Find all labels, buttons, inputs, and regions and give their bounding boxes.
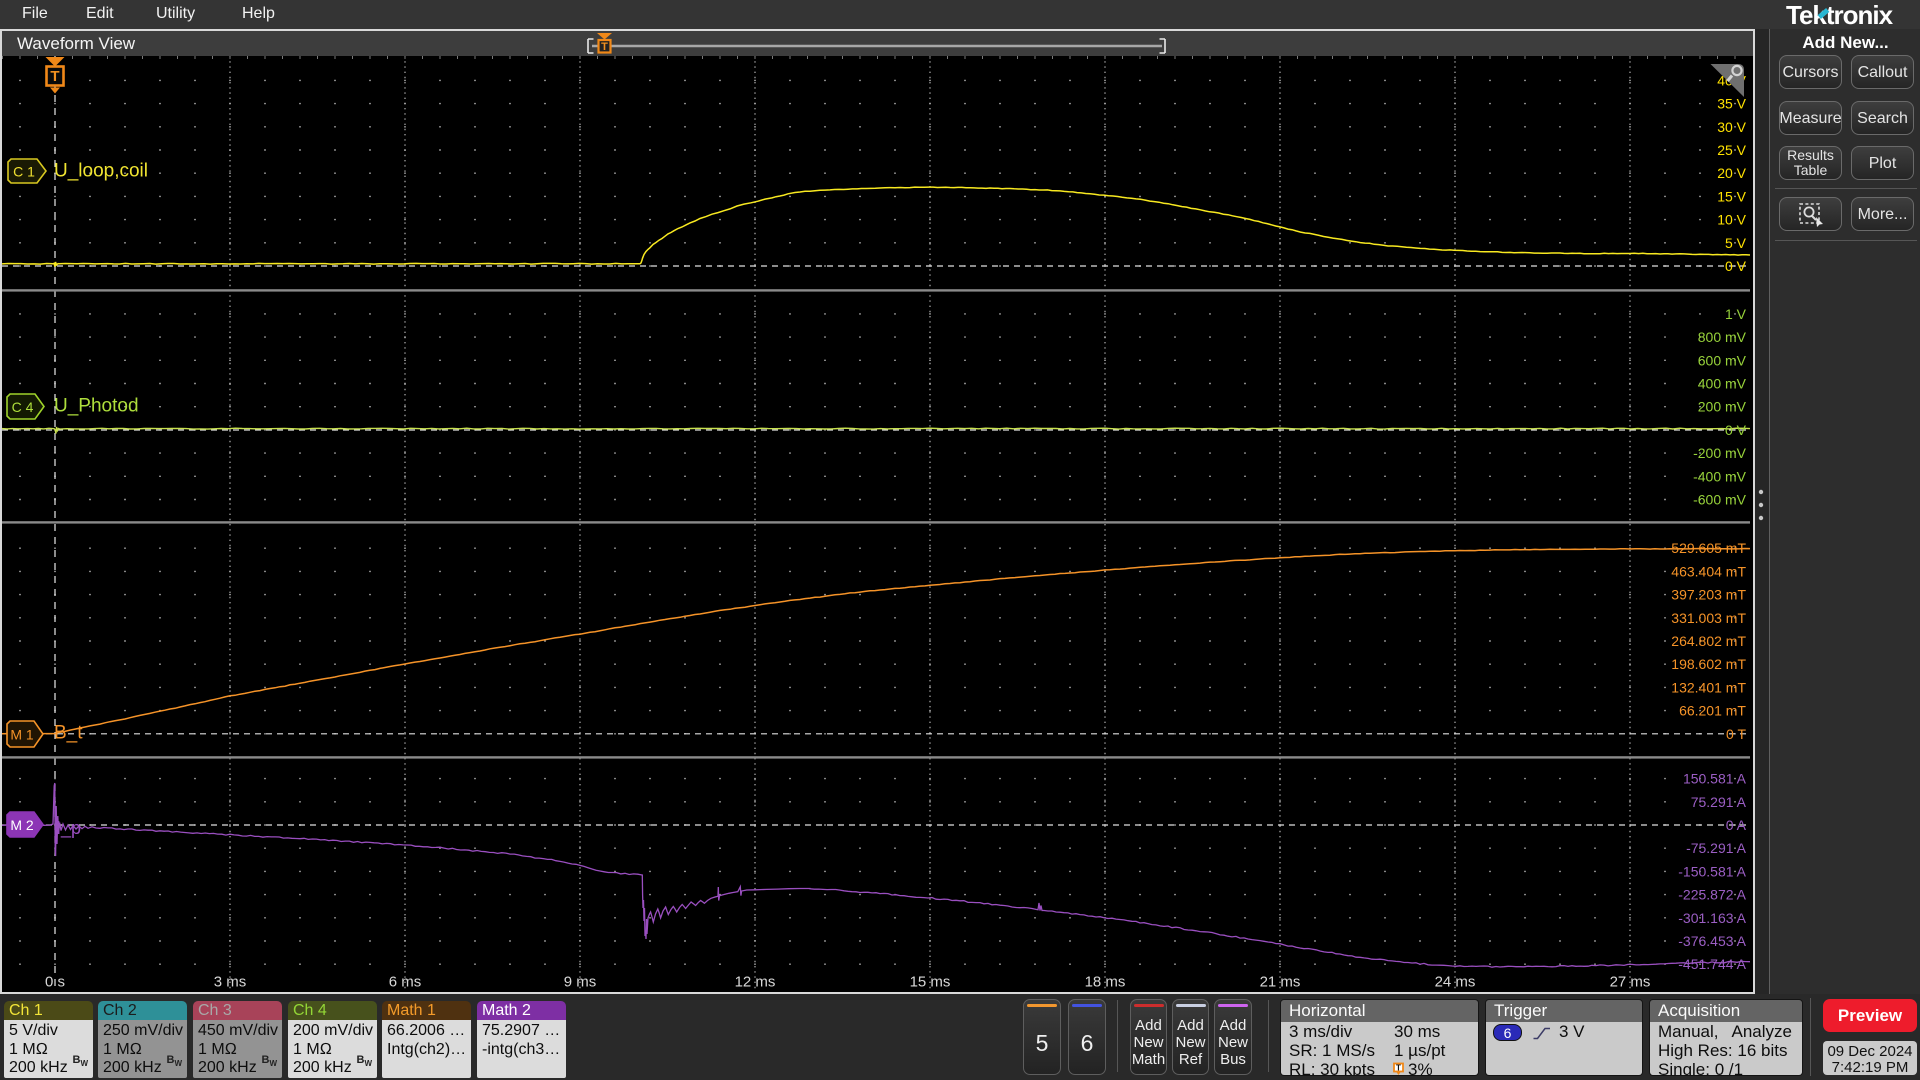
svg-text:24 ms: 24 ms xyxy=(1435,974,1476,991)
svg-text:397.203 mT: 397.203 mT xyxy=(1671,587,1746,603)
svg-text:I_p: I_p xyxy=(56,818,81,839)
svg-text:-150.581 A: -150.581 A xyxy=(1678,863,1746,879)
svg-text:600 mV: 600 mV xyxy=(1698,352,1747,368)
svg-text:66.201 mT: 66.201 mT xyxy=(1679,703,1746,719)
svg-text:3 ms: 3 ms xyxy=(214,974,247,991)
svg-text:C 4: C 4 xyxy=(12,399,34,415)
svg-text:30 V: 30 V xyxy=(1717,119,1746,135)
svg-text:-376.453 A: -376.453 A xyxy=(1678,933,1746,949)
svg-text:1 V: 1 V xyxy=(1725,306,1747,322)
svg-text:0 s: 0 s xyxy=(45,974,65,991)
svg-text:-301.163 A: -301.163 A xyxy=(1678,910,1746,926)
svg-text:200 mV: 200 mV xyxy=(1698,399,1747,415)
svg-text:27 ms: 27 ms xyxy=(1610,974,1651,991)
svg-text:0 T: 0 T xyxy=(1726,726,1746,742)
svg-text:-600 mV: -600 mV xyxy=(1693,492,1747,508)
svg-text:198.602 mT: 198.602 mT xyxy=(1671,656,1746,672)
svg-text:331.003 mT: 331.003 mT xyxy=(1671,610,1746,626)
svg-text:-225.872 A: -225.872 A xyxy=(1678,887,1746,903)
svg-text:U_Photod: U_Photod xyxy=(54,396,139,417)
svg-text:10 V: 10 V xyxy=(1717,212,1746,228)
svg-text:B_t: B_t xyxy=(54,723,83,744)
svg-text:M 2: M 2 xyxy=(10,817,34,833)
svg-text:0 A: 0 A xyxy=(1726,817,1747,833)
svg-text:15 ms: 15 ms xyxy=(910,974,951,991)
svg-text:463.404 mT: 463.404 mT xyxy=(1671,563,1746,579)
svg-text:400 mV: 400 mV xyxy=(1698,376,1747,392)
svg-text:12 ms: 12 ms xyxy=(735,974,776,991)
svg-text:35 V: 35 V xyxy=(1717,96,1746,112)
svg-text:75.291 A: 75.291 A xyxy=(1691,794,1747,810)
svg-text:20 V: 20 V xyxy=(1717,165,1746,181)
svg-text:529.605 mT: 529.605 mT xyxy=(1671,540,1746,556)
svg-text:132.401 mT: 132.401 mT xyxy=(1671,679,1746,695)
svg-text:21 ms: 21 ms xyxy=(1260,974,1301,991)
svg-text:9 ms: 9 ms xyxy=(564,974,597,991)
svg-text:0 V: 0 V xyxy=(1725,258,1747,274)
svg-text:-75.291 A: -75.291 A xyxy=(1686,840,1747,856)
svg-text:0 V: 0 V xyxy=(1725,422,1747,438)
svg-text:T: T xyxy=(601,41,608,53)
svg-text:T: T xyxy=(50,68,59,85)
svg-text:264.802 mT: 264.802 mT xyxy=(1671,633,1746,649)
svg-text:25 V: 25 V xyxy=(1717,142,1746,158)
svg-text:U_loop,coil: U_loop,coil xyxy=(54,161,148,182)
svg-text:-451.744 A: -451.744 A xyxy=(1678,956,1746,972)
svg-text:-200 mV: -200 mV xyxy=(1693,445,1747,461)
svg-text:150.581 A: 150.581 A xyxy=(1683,771,1747,787)
svg-text:-400 mV: -400 mV xyxy=(1693,468,1747,484)
svg-text:T: T xyxy=(1396,1064,1401,1073)
svg-text:6 ms: 6 ms xyxy=(389,974,422,991)
svg-text:C 1: C 1 xyxy=(13,164,35,180)
svg-text:800 mV: 800 mV xyxy=(1698,329,1747,345)
svg-text:M 1: M 1 xyxy=(10,727,34,743)
svg-text:5 V: 5 V xyxy=(1725,235,1747,251)
svg-text:18 ms: 18 ms xyxy=(1085,974,1126,991)
svg-text:15 V: 15 V xyxy=(1717,188,1746,204)
